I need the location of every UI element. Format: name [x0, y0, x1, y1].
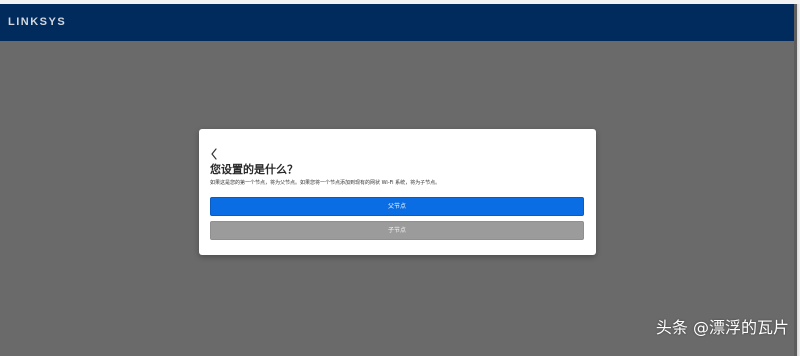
linksys-header: LINKSYS: [0, 4, 794, 41]
node-type-dialog: 您设置的是什么？ 如果这是您的第一个节点，将为父节点。如果您将一个节点添加到现有…: [199, 129, 596, 255]
window-right-edge: [794, 4, 800, 356]
dialog-description: 如果这是您的第一个节点，将为父节点。如果您将一个节点添加到现有的网状 Wi-Fi…: [210, 180, 441, 186]
watermark-text: 头条 @漂浮的瓦片: [655, 318, 789, 337]
dialog-title: 您设置的是什么？: [210, 163, 298, 176]
browser-viewport: LINKSYS 您设置的是什么？ 如果这是您的第一个节点，将为父节点。如果您将一…: [0, 0, 800, 356]
chevron-left-icon[interactable]: [209, 146, 219, 160]
parent-node-button[interactable]: 父节点: [210, 197, 584, 216]
linksys-logo: LINKSYS: [8, 16, 67, 28]
child-node-button[interactable]: 子节点: [210, 221, 584, 240]
